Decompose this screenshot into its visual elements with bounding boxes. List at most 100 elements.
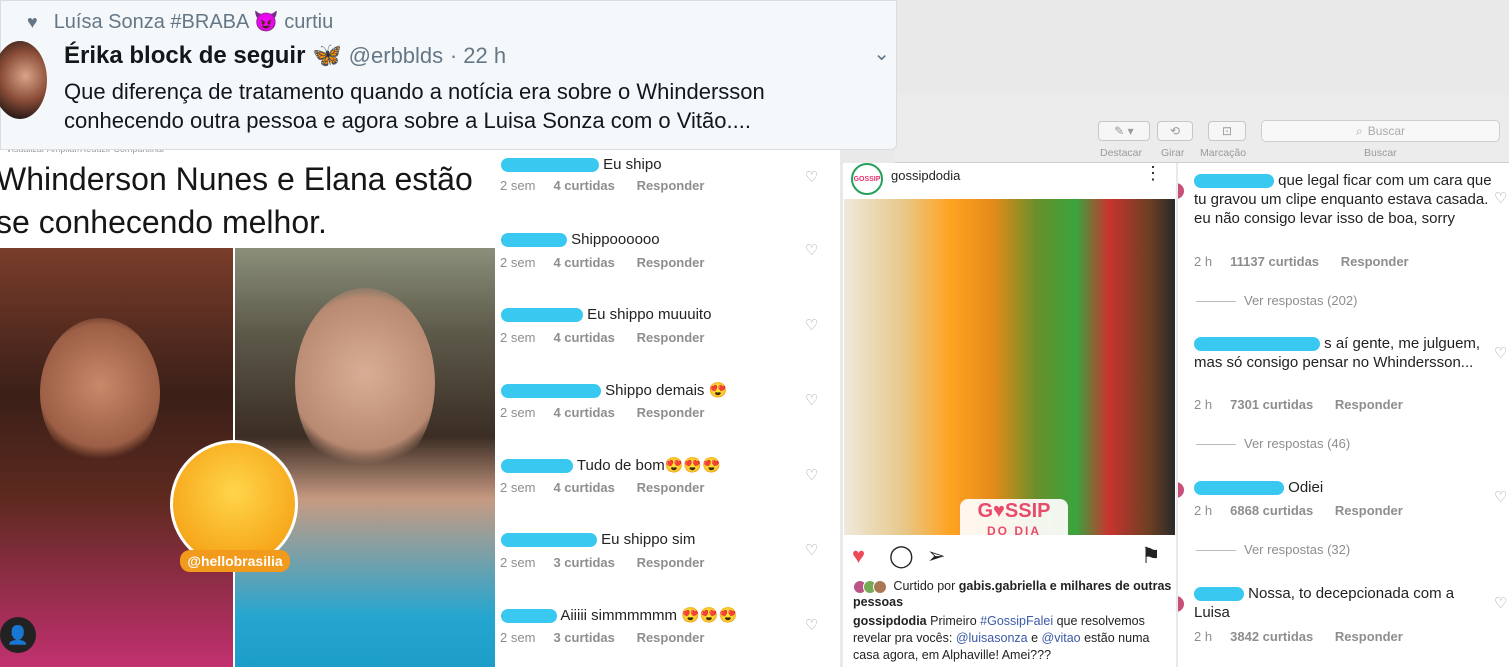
comment-item: Shippo demais 😍 2 sem 4 curtidas Respond… xyxy=(495,381,840,456)
caption-username[interactable]: gossipdodia xyxy=(853,614,927,628)
reply-button[interactable]: Responder xyxy=(1335,397,1403,412)
comment-text: Odiei xyxy=(1288,479,1324,496)
comment-time: 2 sem xyxy=(500,255,536,270)
like-heart-icon[interactable]: ♡ xyxy=(805,391,818,409)
comment-likes[interactable]: 4 curtidas xyxy=(553,480,614,495)
search-placeholder: Buscar xyxy=(1367,124,1406,138)
like-heart-icon[interactable]: ♡ xyxy=(805,316,818,334)
comment-likes[interactable]: 4 curtidas xyxy=(553,255,614,270)
comment-likes[interactable]: 7301 curtidas xyxy=(1230,397,1313,412)
profile-icon[interactable]: 👤 xyxy=(0,617,36,653)
commenter-avatar[interactable] xyxy=(1178,183,1184,199)
reply-button[interactable]: Responder xyxy=(637,630,705,645)
rotate-button[interactable]: ⟲ xyxy=(1157,121,1193,141)
comment-likes[interactable]: 3842 curtidas xyxy=(1230,629,1313,644)
liker-name[interactable]: Luísa Sonza #BRABA xyxy=(54,11,249,33)
share-icon[interactable]: ➢ xyxy=(927,543,945,569)
mention-link[interactable]: @luisasonza xyxy=(956,631,1028,645)
like-heart-icon[interactable]: ♡ xyxy=(1494,594,1507,612)
comment-likes[interactable]: 4 curtidas xyxy=(553,405,614,420)
like-heart-icon[interactable]: ♡ xyxy=(1494,344,1507,362)
comment-time: 2 sem xyxy=(500,630,536,645)
comment-text: Shippoooooo xyxy=(571,231,660,248)
liked-by-user[interactable]: gabis.gabriella xyxy=(959,579,1047,593)
tweet-card[interactable]: ♥ Luísa Sonza #BRABA 😈 curtiu Érika block… xyxy=(0,0,897,150)
comment-text: Tudo de bom😍😍😍 xyxy=(576,457,721,474)
highlight-button[interactable]: ✎ ▾ xyxy=(1098,121,1150,141)
redacted-username xyxy=(501,533,597,548)
comment-likes[interactable]: 4 curtidas xyxy=(553,178,614,193)
comment-text: Aiiiii simmmmmm 😍😍😍 xyxy=(560,607,738,624)
headline-line-2: se conhecendo melhor. xyxy=(0,204,327,240)
gossip-do-dia-logo: G♥SSIP DO DIA xyxy=(960,499,1068,547)
caption-text: Primeiro xyxy=(930,614,977,628)
hellobrasilia-logo xyxy=(170,440,298,568)
reply-button[interactable]: Responder xyxy=(637,178,705,193)
mention-link[interactable]: @vitao xyxy=(1042,631,1081,645)
post-username[interactable]: gossipdodia xyxy=(891,168,960,183)
search-field[interactable]: ⌕ Buscar xyxy=(1261,120,1500,142)
comment-meta: 2 sem 4 curtidas Responder xyxy=(500,178,704,193)
redacted-username xyxy=(501,384,601,399)
comment-likes[interactable]: 3 curtidas xyxy=(553,555,614,570)
like-heart-icon[interactable]: ♡ xyxy=(805,466,818,484)
redacted-username xyxy=(501,609,557,624)
comments-panel-left: Eu shipo 2 sem 4 curtidas Responder ♡ Sh… xyxy=(495,140,840,667)
comment-likes[interactable]: 11137 curtidas xyxy=(1230,254,1319,269)
more-options-icon[interactable]: ⋮ xyxy=(1144,163,1162,184)
post-image[interactable]: G♥SSIP DO DIA xyxy=(844,199,1175,547)
redacted-username xyxy=(501,233,567,248)
like-heart-icon[interactable]: ♡ xyxy=(805,241,818,259)
like-heart-icon[interactable]: ♡ xyxy=(1494,189,1507,207)
face-shape xyxy=(40,318,160,468)
comment-time: 2 h xyxy=(1194,629,1213,644)
comment-likes[interactable]: 6868 curtidas xyxy=(1230,503,1313,518)
rotate-label: Girar xyxy=(1161,147,1185,159)
comment-time: 2 sem xyxy=(500,405,536,420)
redacted-username xyxy=(1194,587,1244,602)
devil-emoji-icon: 😈 xyxy=(253,11,279,33)
comments-panel-right: que legal ficar com um cara que tu gravo… xyxy=(1178,163,1509,667)
author-name[interactable]: Érika block de seguir xyxy=(64,42,305,69)
comment-likes[interactable]: 4 curtidas xyxy=(553,330,614,345)
comment-time: 2 sem xyxy=(500,330,536,345)
view-replies-link[interactable]: Ver respostas (46) xyxy=(1196,436,1350,451)
commenter-avatar[interactable] xyxy=(1178,482,1184,498)
comment-time: 2 sem xyxy=(500,555,536,570)
comment-time: 2 h xyxy=(1194,503,1213,518)
redacted-username xyxy=(1194,337,1320,352)
post-avatar[interactable]: GOSSIP xyxy=(851,163,883,195)
view-replies-link[interactable]: Ver respostas (32) xyxy=(1196,542,1350,557)
hellobrasilia-label: @hellobrasilia xyxy=(180,550,290,572)
reply-button[interactable]: Responder xyxy=(637,405,705,420)
commenter-avatar[interactable] xyxy=(1178,596,1184,612)
save-bookmark-icon[interactable]: ⚑ xyxy=(1141,543,1161,569)
reply-button[interactable]: Responder xyxy=(637,555,705,570)
reply-button[interactable]: Responder xyxy=(637,480,705,495)
like-heart-icon[interactable]: ♡ xyxy=(1494,488,1507,506)
comment-text: Eu shippo muuuito xyxy=(587,306,712,323)
comment-icon[interactable]: ◯ xyxy=(889,543,914,569)
reply-button[interactable]: Responder xyxy=(1335,503,1403,518)
reply-button[interactable]: Responder xyxy=(1335,629,1403,644)
view-replies-link[interactable]: Ver respostas (202) xyxy=(1196,293,1357,308)
reply-button[interactable]: Responder xyxy=(637,255,705,270)
markup-button[interactable]: ⊡ xyxy=(1208,121,1246,141)
reply-button[interactable]: Responder xyxy=(637,330,705,345)
comment-likes[interactable]: 3 curtidas xyxy=(553,630,614,645)
comment-time: 2 h xyxy=(1194,397,1213,412)
like-heart-icon[interactable]: ♡ xyxy=(805,616,818,634)
author-handle[interactable]: @erbblds xyxy=(349,43,444,68)
hashtag-link[interactable]: #GossipFalei xyxy=(980,614,1053,628)
butterfly-emoji-icon: 🦋 xyxy=(312,42,342,69)
face-shape xyxy=(295,288,435,478)
like-heart-icon[interactable]: ♡ xyxy=(805,168,818,186)
instagram-post: GOSSIP gossipdodia ⋮ G♥SSIP DO DIA ♥ ◯ ➢… xyxy=(843,163,1176,667)
author-avatar[interactable] xyxy=(0,41,47,119)
like-heart-icon[interactable]: ♥ xyxy=(852,543,865,569)
comment-item: Eu shipo 2 sem 4 curtidas Responder ♡ xyxy=(495,154,840,229)
like-heart-icon[interactable]: ♡ xyxy=(805,541,818,559)
chevron-down-icon[interactable]: ⌄ xyxy=(873,41,890,66)
reply-button[interactable]: Responder xyxy=(1341,254,1409,269)
tweet-time[interactable]: · 22 h xyxy=(450,43,506,68)
